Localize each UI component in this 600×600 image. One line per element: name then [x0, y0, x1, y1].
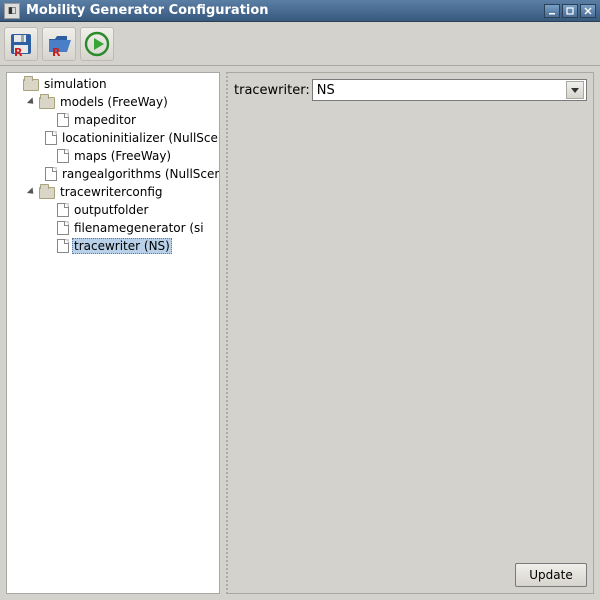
- window: ◧ Mobility Generator Configuration R: [0, 0, 600, 600]
- tree-node-maps[interactable]: maps (FreeWay): [41, 147, 219, 165]
- node-label: filenamegenerator (si: [72, 220, 206, 236]
- button-row: Update: [234, 563, 587, 587]
- node-label: outputfolder: [72, 202, 150, 218]
- detail-panel: tracewriter: NS Update: [226, 72, 594, 594]
- content-area: simulation models (FreeWay): [0, 66, 600, 600]
- tracewriter-value: NS: [317, 83, 335, 98]
- handle-spacer: [41, 150, 53, 162]
- minimize-button[interactable]: [544, 4, 560, 18]
- node-label: maps (FreeWay): [72, 148, 173, 164]
- tracewriter-row: tracewriter: NS: [234, 79, 587, 101]
- file-icon: [57, 149, 69, 163]
- tree-panel[interactable]: simulation models (FreeWay): [6, 72, 220, 594]
- app-icon: ◧: [4, 3, 20, 19]
- update-button[interactable]: Update: [515, 563, 587, 587]
- run-button[interactable]: [80, 27, 114, 61]
- window-title: Mobility Generator Configuration: [26, 3, 544, 18]
- titlebar[interactable]: ◧ Mobility Generator Configuration: [0, 0, 600, 22]
- handle-spacer: [41, 114, 53, 126]
- node-label: mapeditor: [72, 112, 138, 128]
- handle-icon[interactable]: [25, 186, 37, 198]
- tracewriter-select[interactable]: NS: [312, 79, 587, 101]
- close-button[interactable]: [580, 4, 596, 18]
- node-label: rangealgorithms (NullScenario): [60, 166, 220, 182]
- node-label: models (FreeWay): [58, 94, 170, 110]
- file-icon: [45, 131, 57, 145]
- tree-node-simulation[interactable]: simulation: [9, 75, 219, 93]
- svg-text:R: R: [52, 46, 61, 57]
- tree-node-locationinitializer[interactable]: locationinitializer (NullScenario): [41, 129, 219, 147]
- svg-text:R: R: [14, 46, 23, 57]
- handle-spacer: [41, 204, 53, 216]
- folder-r-icon: R: [46, 31, 72, 57]
- tree-node-models[interactable]: models (FreeWay): [25, 93, 219, 111]
- folder-icon: [39, 187, 55, 199]
- file-icon: [57, 239, 69, 253]
- file-icon: [45, 167, 57, 181]
- maximize-button[interactable]: [562, 4, 578, 18]
- node-label: locationinitializer (NullScenario): [60, 130, 220, 146]
- chevron-down-icon[interactable]: [566, 81, 584, 99]
- handle-spacer: [41, 240, 53, 252]
- node-label: tracewriter (NS): [72, 238, 172, 254]
- handle-spacer: [41, 222, 53, 234]
- node-label: simulation: [42, 76, 109, 92]
- toolbar: R R: [0, 22, 600, 66]
- tracewriter-label: tracewriter:: [234, 83, 310, 98]
- folder-icon: [23, 79, 39, 91]
- node-label: tracewriterconfig: [58, 184, 165, 200]
- spacer: [234, 101, 587, 563]
- handle-icon[interactable]: [25, 96, 37, 108]
- open-recent-button[interactable]: R: [42, 27, 76, 61]
- tree[interactable]: simulation models (FreeWay): [7, 75, 219, 255]
- file-icon: [57, 113, 69, 127]
- tree-node-tracewriter[interactable]: tracewriter (NS): [41, 237, 219, 255]
- tree-node-tracewriterconfig[interactable]: tracewriterconfig: [25, 183, 219, 201]
- floppy-r-icon: R: [8, 31, 34, 57]
- tree-node-filenamegenerator[interactable]: filenamegenerator (si: [41, 219, 219, 237]
- tree-node-mapeditor[interactable]: mapeditor: [41, 111, 219, 129]
- tree-node-rangealgorithms[interactable]: rangealgorithms (NullScenario): [41, 165, 219, 183]
- update-button-label: Update: [529, 568, 572, 582]
- play-icon: [84, 31, 110, 57]
- tree-node-outputfolder[interactable]: outputfolder: [41, 201, 219, 219]
- handle-icon[interactable]: [9, 78, 21, 90]
- file-icon: [57, 221, 69, 235]
- file-icon: [57, 203, 69, 217]
- folder-icon: [39, 97, 55, 109]
- save-recent-button[interactable]: R: [4, 27, 38, 61]
